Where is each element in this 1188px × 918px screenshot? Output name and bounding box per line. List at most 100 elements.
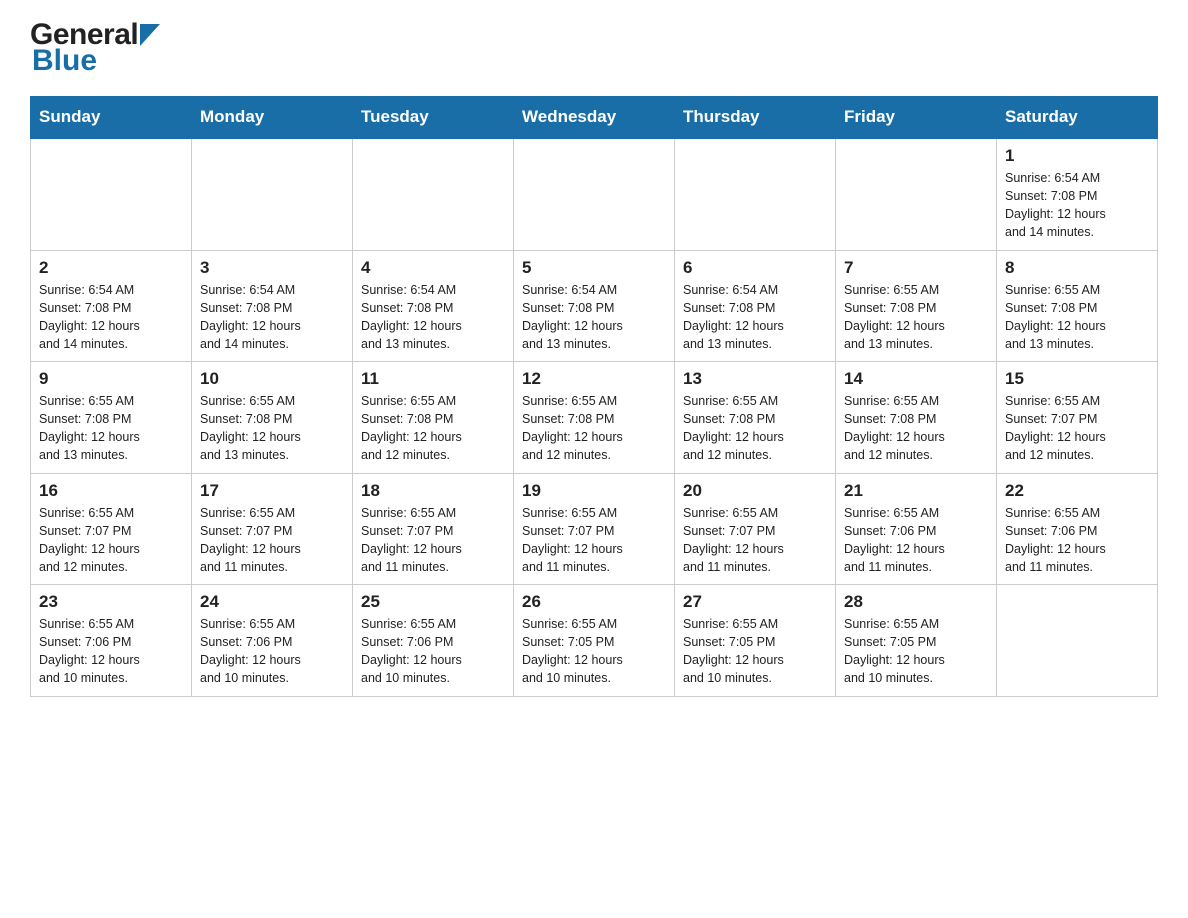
day-number: 2 <box>39 258 183 278</box>
calendar-cell <box>836 138 997 250</box>
day-number: 17 <box>200 481 344 501</box>
day-info: Sunrise: 6:55 AM Sunset: 7:08 PM Dayligh… <box>522 394 623 462</box>
weekday-header-monday: Monday <box>192 97 353 139</box>
calendar-cell <box>353 138 514 250</box>
logo-triangle-icon <box>140 24 160 46</box>
calendar-cell: 14Sunrise: 6:55 AM Sunset: 7:08 PM Dayli… <box>836 362 997 474</box>
calendar-cell: 12 Sunrise: 6:55 AM Sunset: 7:08 PM Dayli… <box>514 362 675 474</box>
calendar-cell: 2 Sunrise: 6:54 AM Sunset: 7:08 PM Daylig… <box>31 250 192 362</box>
logo: General Blue <box>30 20 160 78</box>
calendar-cell: 13 Sunrise: 6:55 AM Sunset: 7:08 PM Dayli… <box>675 362 836 474</box>
day-number: 20 <box>683 481 827 501</box>
calendar-cell: 5 Sunrise: 6:54 AM Sunset: 7:08 PM Daylig… <box>514 250 675 362</box>
day-info: Sunrise: 6:55 AM Sunset: 7:07 PM Dayligh… <box>39 506 140 574</box>
day-info: Sunrise: 6:55 AM Sunset: 7:05 PM Dayligh… <box>683 617 784 685</box>
calendar-cell <box>997 585 1158 697</box>
calendar-cell <box>675 138 836 250</box>
day-number: 28 <box>844 592 988 612</box>
day-info: Sunrise: 6:55 AM Sunset: 7:07 PM Dayligh… <box>683 506 784 574</box>
calendar-cell: 26 Sunrise: 6:55 AM Sunset: 7:05 PM Dayli… <box>514 585 675 697</box>
week-row-2: 2 Sunrise: 6:54 AM Sunset: 7:08 PM Daylig… <box>31 250 1158 362</box>
day-number: 25 <box>361 592 505 612</box>
day-info: Sunrise: 6:54 AM Sunset: 7:08 PM Dayligh… <box>361 283 462 351</box>
calendar-table: SundayMondayTuesdayWednesdayThursdayFrid… <box>30 96 1158 697</box>
calendar-cell: 25 Sunrise: 6:55 AM Sunset: 7:06 PM Dayli… <box>353 585 514 697</box>
day-info: Sunrise: 6:55 AM Sunset: 7:06 PM Dayligh… <box>1005 506 1106 574</box>
day-info: Sunrise: 6:54 AM Sunset: 7:08 PM Dayligh… <box>39 283 140 351</box>
calendar-cell: 16 Sunrise: 6:55 AM Sunset: 7:07 PM Dayli… <box>31 473 192 585</box>
calendar-cell: 19Sunrise: 6:55 AM Sunset: 7:07 PM Dayli… <box>514 473 675 585</box>
day-info: Sunrise: 6:54 AM Sunset: 7:08 PM Dayligh… <box>522 283 623 351</box>
day-info: Sunrise: 6:55 AM Sunset: 7:05 PM Dayligh… <box>844 617 945 685</box>
weekday-header-saturday: Saturday <box>997 97 1158 139</box>
calendar-cell: 10 Sunrise: 6:55 AM Sunset: 7:08 PM Dayli… <box>192 362 353 474</box>
calendar-cell: 21 Sunrise: 6:55 AM Sunset: 7:06 PM Dayli… <box>836 473 997 585</box>
calendar-cell: 22 Sunrise: 6:55 AM Sunset: 7:06 PM Dayli… <box>997 473 1158 585</box>
calendar-cell: 17 Sunrise: 6:55 AM Sunset: 7:07 PM Dayli… <box>192 473 353 585</box>
day-number: 21 <box>844 481 988 501</box>
day-info: Sunrise: 6:55 AM Sunset: 7:06 PM Dayligh… <box>844 506 945 574</box>
day-number: 4 <box>361 258 505 278</box>
day-info: Sunrise: 6:55 AM Sunset: 7:07 PM Dayligh… <box>200 506 301 574</box>
calendar-cell: 23 Sunrise: 6:55 AM Sunset: 7:06 PM Dayli… <box>31 585 192 697</box>
day-number: 13 <box>683 369 827 389</box>
day-info: Sunrise: 6:55 AM Sunset: 7:08 PM Dayligh… <box>1005 283 1106 351</box>
day-number: 23 <box>39 592 183 612</box>
day-info: Sunrise: 6:55 AM Sunset: 7:08 PM Dayligh… <box>361 394 462 462</box>
calendar-cell: 11 Sunrise: 6:55 AM Sunset: 7:08 PM Dayli… <box>353 362 514 474</box>
day-info: Sunrise: 6:55 AM Sunset: 7:08 PM Dayligh… <box>39 394 140 462</box>
day-number: 11 <box>361 369 505 389</box>
day-number: 10 <box>200 369 344 389</box>
day-info: Sunrise: 6:55 AM Sunset: 7:08 PM Dayligh… <box>683 394 784 462</box>
day-info: Sunrise: 6:55 AM Sunset: 7:06 PM Dayligh… <box>200 617 301 685</box>
day-info: Sunrise: 6:55 AM Sunset: 7:06 PM Dayligh… <box>361 617 462 685</box>
day-number: 27 <box>683 592 827 612</box>
calendar-cell: 20 Sunrise: 6:55 AM Sunset: 7:07 PM Dayli… <box>675 473 836 585</box>
calendar-cell <box>192 138 353 250</box>
day-info: Sunrise: 6:55 AM Sunset: 7:08 PM Dayligh… <box>844 283 945 351</box>
day-number: 24 <box>200 592 344 612</box>
day-info: Sunrise: 6:54 AM Sunset: 7:08 PM Dayligh… <box>1005 171 1106 239</box>
calendar-cell: 4 Sunrise: 6:54 AM Sunset: 7:08 PM Daylig… <box>353 250 514 362</box>
day-info: Sunrise: 6:55 AM Sunset: 7:07 PM Dayligh… <box>522 506 623 574</box>
day-number: 22 <box>1005 481 1149 501</box>
day-number: 3 <box>200 258 344 278</box>
week-row-1: 1 Sunrise: 6:54 AM Sunset: 7:08 PM Daylig… <box>31 138 1158 250</box>
weekday-header-sunday: Sunday <box>31 97 192 139</box>
day-number: 8 <box>1005 258 1149 278</box>
day-number: 12 <box>522 369 666 389</box>
day-info: Sunrise: 6:55 AM Sunset: 7:05 PM Dayligh… <box>522 617 623 685</box>
calendar-cell: 27 Sunrise: 6:55 AM Sunset: 7:05 PM Dayli… <box>675 585 836 697</box>
calendar-cell: 24 Sunrise: 6:55 AM Sunset: 7:06 PM Dayli… <box>192 585 353 697</box>
day-number: 15 <box>1005 369 1149 389</box>
calendar-cell <box>514 138 675 250</box>
day-info: Sunrise: 6:55 AM Sunset: 7:07 PM Dayligh… <box>1005 394 1106 462</box>
calendar-cell <box>31 138 192 250</box>
weekday-header-row: SundayMondayTuesdayWednesdayThursdayFrid… <box>31 97 1158 139</box>
page-header: General Blue <box>30 20 1158 78</box>
day-info: Sunrise: 6:54 AM Sunset: 7:08 PM Dayligh… <box>200 283 301 351</box>
day-number: 5 <box>522 258 666 278</box>
weekday-header-friday: Friday <box>836 97 997 139</box>
day-number: 26 <box>522 592 666 612</box>
calendar-cell: 28 Sunrise: 6:55 AM Sunset: 7:05 PM Dayli… <box>836 585 997 697</box>
calendar-cell: 8 Sunrise: 6:55 AM Sunset: 7:08 PM Daylig… <box>997 250 1158 362</box>
calendar-cell: 18 Sunrise: 6:55 AM Sunset: 7:07 PM Dayli… <box>353 473 514 585</box>
day-info: Sunrise: 6:55 AM Sunset: 7:08 PM Dayligh… <box>200 394 301 462</box>
weekday-header-tuesday: Tuesday <box>353 97 514 139</box>
day-info: Sunrise: 6:55 AM Sunset: 7:06 PM Dayligh… <box>39 617 140 685</box>
week-row-3: 9 Sunrise: 6:55 AM Sunset: 7:08 PM Daylig… <box>31 362 1158 474</box>
day-info: Sunrise: 6:55 AM Sunset: 7:07 PM Dayligh… <box>361 506 462 574</box>
day-number: 16 <box>39 481 183 501</box>
calendar-cell: 3 Sunrise: 6:54 AM Sunset: 7:08 PM Daylig… <box>192 250 353 362</box>
day-number: 9 <box>39 369 183 389</box>
day-info: Sunrise: 6:54 AM Sunset: 7:08 PM Dayligh… <box>683 283 784 351</box>
logo-blue-label: Blue <box>32 44 97 78</box>
day-number: 1 <box>1005 146 1149 166</box>
weekday-header-thursday: Thursday <box>675 97 836 139</box>
calendar-cell: 7 Sunrise: 6:55 AM Sunset: 7:08 PM Daylig… <box>836 250 997 362</box>
day-number: 18 <box>361 481 505 501</box>
week-row-5: 23 Sunrise: 6:55 AM Sunset: 7:06 PM Dayli… <box>31 585 1158 697</box>
calendar-cell: 9 Sunrise: 6:55 AM Sunset: 7:08 PM Daylig… <box>31 362 192 474</box>
day-number: 7 <box>844 258 988 278</box>
